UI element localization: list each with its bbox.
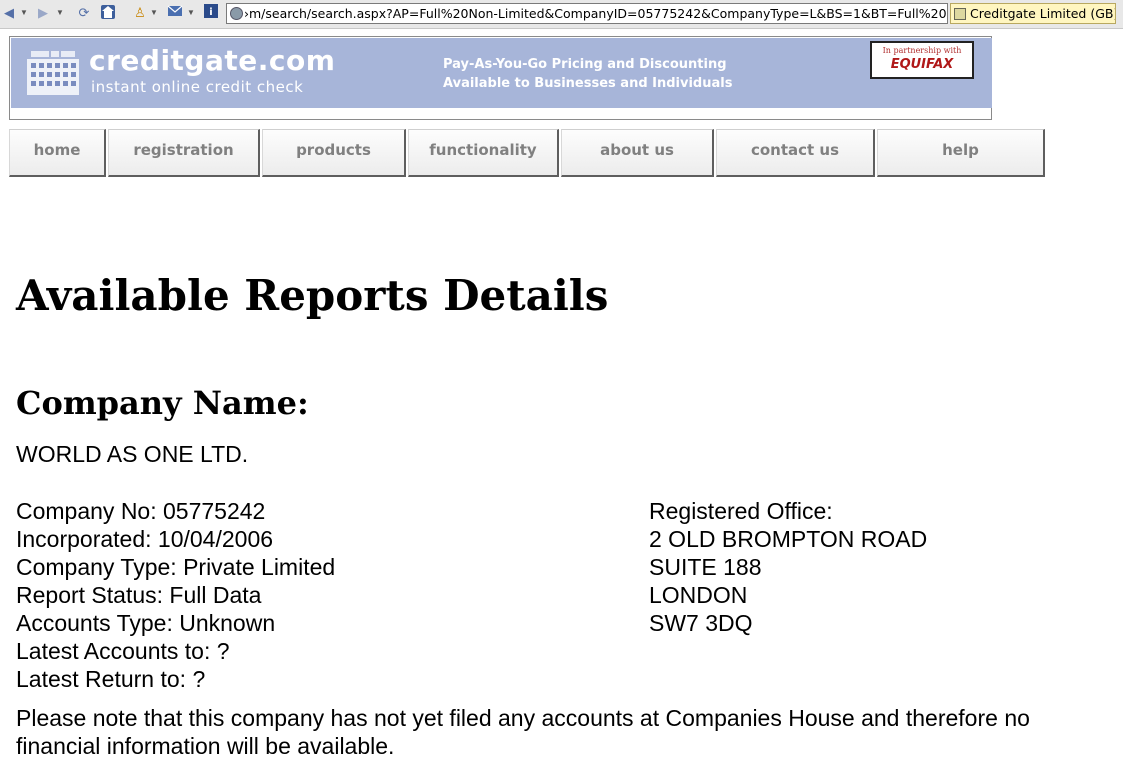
office-address-line: 2 OLD BROMPTON ROAD [649,526,928,552]
detail-row: Latest Return to: ? [16,665,335,693]
person-icon[interactable]: ♙ [132,4,148,22]
nav-tab-help[interactable]: help [877,129,1045,177]
site-identity-text: Creditgate Limited (GB) [970,6,1116,21]
detail-label: Company No: [16,498,157,524]
logo-subtitle: instant online credit check [91,78,304,96]
nav-tab-contact-us[interactable]: contact us [716,129,875,177]
office-address-line: LONDON [649,582,748,608]
detail-value: ? [216,638,230,664]
detail-label: Latest Accounts to: [16,638,211,664]
mail-icon[interactable] [167,4,183,22]
company-heading: Company Name: [16,384,309,422]
detail-row: Report Status: Full Data [16,581,335,609]
detail-value: ? [192,666,206,692]
address-bar[interactable]: ›m/search/search.aspx?AP=Full%20Non-Limi… [226,3,948,24]
detail-label: Company Type: [16,554,177,580]
globe-icon [230,7,243,20]
info-icon[interactable]: i [204,4,218,22]
forward-menu-chevron-icon[interactable]: ▼ [56,5,64,21]
banner-background: creditgate.com instant online credit che… [11,38,992,108]
detail-row: Company No: 05775242 [16,497,335,525]
person-menu-chevron-icon[interactable]: ▼ [150,5,158,21]
registered-office: Registered Office: 2 OLD BROMPTON ROAD S… [649,497,927,637]
nav-tab-functionality[interactable]: functionality [408,129,559,177]
back-icon[interactable]: ◀ [2,4,16,22]
url-text[interactable]: ›m/search/search.aspx?AP=Full%20Non-Limi… [244,4,947,23]
building-logo-icon [27,51,79,95]
partner-brand: EQUIFAX [890,57,954,72]
detail-value: 05775242 [163,498,266,524]
tagline-line-1: Pay-As-You-Go Pricing and Discounting [443,57,727,72]
site-identity-badge[interactable]: Creditgate Limited (GB) [950,3,1116,24]
company-details: Company No: 05775242 Incorporated: 10/04… [16,497,335,693]
forward-icon[interactable]: ▶ [36,4,50,22]
nav-tab-registration[interactable]: registration [108,129,260,177]
accounts-note: Please note that this company has not ye… [16,705,1030,759]
page-title: Available Reports Details [16,271,609,320]
detail-value: Private Limited [183,554,336,580]
home-icon[interactable] [100,4,116,22]
detail-value: Unknown [179,610,276,636]
office-address-line: SW7 3DQ [649,610,753,636]
nav-tab-products[interactable]: products [262,129,406,177]
detail-row: Company Type: Private Limited [16,553,335,581]
mail-menu-chevron-icon[interactable]: ▼ [187,5,195,21]
svg-text:i: i [209,7,212,18]
company-name: WORLD AS ONE LTD. [16,441,249,467]
partner-label: In partnership with [882,46,962,55]
tagline-line-2: Available to Businesses and Individuals [443,76,733,91]
main-nav: home registration products functionality… [9,129,1045,179]
back-menu-chevron-icon[interactable]: ▼ [20,5,28,21]
detail-label: Latest Return to: [16,666,187,692]
lock-icon [954,8,966,20]
detail-label: Incorporated: [16,526,152,552]
detail-row: Latest Accounts to: ? [16,637,335,665]
detail-label: Accounts Type: [16,610,173,636]
site-banner: creditgate.com instant online credit che… [9,36,992,120]
nav-tab-home[interactable]: home [9,129,106,177]
detail-row: Accounts Type: Unknown [16,609,335,637]
reload-icon[interactable]: ⟳ [76,4,92,22]
nav-tab-about-us[interactable]: about us [561,129,714,177]
logo-title[interactable]: creditgate.com [89,45,335,77]
equifax-partner-logo[interactable]: In partnership with EQUIFAX [870,41,974,79]
detail-value: 10/04/2006 [157,526,274,552]
office-address-line: SUITE 188 [649,554,762,580]
browser-toolbar: ◀ ▼ ▶ ▼ ⟳ ♙ ▼ ▼ i ›m/search/search.aspx?… [0,0,1123,29]
detail-label: Report Status: [16,582,164,608]
office-label: Registered Office: [649,498,833,524]
banner-tagline: Pay-As-You-Go Pricing and Discounting Av… [443,55,732,93]
detail-value: Full Data [169,582,262,608]
detail-row: Incorporated: 10/04/2006 [16,525,335,553]
